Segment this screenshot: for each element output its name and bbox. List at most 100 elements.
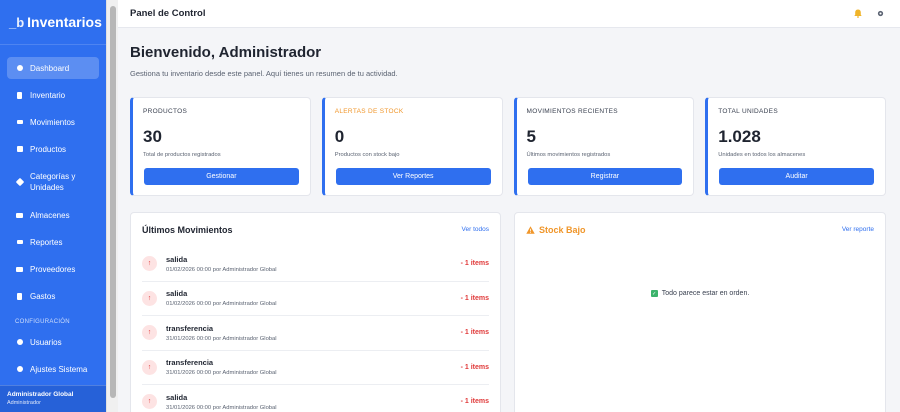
list-item[interactable]: ↑ salida 01/02/2026 00:00 por Administra…	[142, 282, 489, 316]
registrar-button[interactable]: Registrar	[527, 168, 683, 185]
stock-ok-message: ✓ Todo parece estar en orden.	[515, 290, 885, 297]
sidebar-item-label: Usuarios	[30, 337, 62, 347]
sidebar-item-label: Proveedores	[30, 264, 76, 274]
card-value: 5	[526, 127, 536, 146]
card-productos: PRODUCTOS 30 Total de productos registra…	[130, 97, 311, 196]
config-section-label: CONFIGURACIÓN	[15, 319, 70, 325]
stock-header: Stock Bajo Ver reporte	[515, 213, 885, 247]
topbar: Panel de Control	[118, 0, 900, 28]
sidebar-item-label: Productos	[30, 144, 67, 154]
movement-type: salida	[166, 392, 188, 402]
list-item[interactable]: ↑ transferencia 31/01/2026 00:00 por Adm…	[142, 351, 489, 385]
card-description: Últimos movimientos registrados	[526, 152, 611, 158]
brand-logo: _b	[9, 14, 25, 30]
sidebar-item-usuarios[interactable]: Usuarios	[7, 331, 99, 353]
card-label: PRODUCTOS	[143, 108, 188, 115]
user-name: Administrador Global	[7, 391, 74, 398]
sidebar-item-label: Ajustes Sistema	[30, 364, 88, 374]
truck-icon	[15, 265, 24, 274]
sidebar-item-label: Reportes	[30, 237, 63, 247]
movement-qty: - 1 items	[460, 294, 489, 302]
card-description: Unidades en todos los almacenes	[718, 152, 806, 158]
sidebar-item-label: Dashboard	[30, 63, 70, 73]
sidebar-scrollbar[interactable]	[106, 0, 118, 412]
movement-qty: - 1 items	[460, 363, 489, 371]
sidebar-item-inventario[interactable]: Inventario	[7, 84, 99, 106]
movements-title: Últimos Movimientos	[142, 225, 233, 235]
user-profile[interactable]: Administrador Global Administrador	[0, 385, 106, 412]
movement-meta: 31/01/2026 00:00 por Administrador Globa…	[166, 370, 277, 377]
card-value: 1.028	[718, 127, 761, 146]
sidebar-item-categorias[interactable]: Categorías y Unidades	[7, 165, 99, 199]
card-description: Productos con stock bajo	[334, 152, 400, 158]
sidebar-item-label: Almacenes	[30, 210, 70, 220]
brand-title: Inventarios	[27, 14, 102, 30]
arrow-up-icon: ↑	[142, 325, 157, 341]
users-icon	[15, 338, 24, 347]
products-icon	[15, 145, 24, 154]
movement-type: transferencia	[166, 358, 214, 368]
tags-icon	[15, 177, 24, 187]
stock-panel: Stock Bajo Ver reporte ✓ Todo parece est…	[514, 212, 886, 412]
receipt-icon	[15, 292, 24, 301]
scrollbar-thumb[interactable]	[110, 6, 116, 398]
movement-meta: 31/01/2026 00:00 por Administrador Globa…	[166, 335, 277, 342]
movement-qty: - 1 items	[460, 260, 489, 268]
sidebar-item-label: Movimientos	[30, 117, 75, 127]
sidebar-nav: Dashboard Inventario Movimientos Product…	[0, 45, 106, 380]
movements-panel: Últimos Movimientos Ver todos ↑ salida 0…	[130, 212, 501, 412]
brand[interactable]: _b Inventarios	[0, 0, 106, 45]
movement-meta: 01/02/2026 00:00 por Administrador Globa…	[166, 266, 277, 273]
card-value: 30	[143, 127, 162, 146]
page-subtitle: Gestiona tu inventario desde este panel.…	[130, 69, 398, 78]
card-total-unidades: TOTAL UNIDADES 1.028 Unidades en todos l…	[705, 97, 886, 196]
card-label: TOTAL UNIDADES	[718, 108, 778, 115]
sidebar-item-proveedores[interactable]: Proveedores	[7, 258, 99, 280]
sidebar-item-productos[interactable]: Productos	[7, 138, 99, 160]
sidebar-item-dashboard[interactable]: Dashboard	[7, 57, 99, 79]
user-role: Administrador	[7, 400, 41, 406]
auditar-button[interactable]: Auditar	[719, 168, 874, 185]
stock-title-text: Stock Bajo	[539, 225, 586, 235]
card-description: Total de productos registrados	[143, 152, 221, 158]
gestionar-button[interactable]: Gestionar	[144, 168, 299, 185]
sidebar-item-movimientos[interactable]: Movimientos	[7, 111, 99, 133]
movement-qty: - 1 items	[460, 329, 489, 337]
movement-meta: 31/01/2026 00:00 por Administrador Globa…	[166, 404, 277, 411]
list-item[interactable]: ↑ transferencia 31/01/2026 00:00 por Adm…	[142, 316, 489, 351]
movement-meta: 01/02/2026 00:00 por Administrador Globa…	[166, 301, 277, 308]
sidebar-item-almacenes[interactable]: Almacenes	[7, 204, 99, 226]
ver-reporte-link[interactable]: Ver reporte	[842, 226, 874, 233]
card-label: MOVIMIENTOS RECIENTES	[526, 108, 618, 115]
card-value: 0	[334, 127, 345, 146]
ver-todos-link[interactable]: Ver todos	[462, 226, 489, 233]
sidebar-item-gastos[interactable]: Gastos	[7, 285, 99, 307]
page-title: Bienvenido, Administrador	[130, 44, 322, 61]
arrow-up-icon: ↑	[142, 290, 157, 306]
movements-list: ↑ salida 01/02/2026 00:00 por Administra…	[131, 247, 500, 412]
sidebar-item-reportes[interactable]: Reportes	[7, 231, 99, 253]
card-label: ALERTAS DE STOCK	[334, 108, 404, 115]
transfer-icon	[15, 118, 24, 127]
summary-cards: PRODUCTOS 30 Total de productos registra…	[130, 97, 886, 196]
bell-icon[interactable]	[854, 9, 862, 18]
sidebar: _b Inventarios Dashboard Inventario Movi…	[0, 0, 106, 412]
topbar-title: Panel de Control	[130, 8, 206, 19]
list-item[interactable]: ↑ salida 31/01/2026 00:00 por Administra…	[142, 385, 489, 412]
stock-ok-text: Todo parece estar en orden.	[661, 290, 750, 297]
sidebar-item-label: Inventario	[30, 90, 66, 100]
arrow-up-icon: ↑	[142, 359, 157, 375]
check-icon: ✓	[650, 290, 658, 297]
movement-type: salida	[166, 289, 188, 299]
gear-icon[interactable]	[877, 10, 884, 17]
ver-reportes-button[interactable]: Ver Reportes	[335, 168, 491, 185]
dashboard-icon	[15, 64, 24, 73]
card-movimientos: MOVIMIENTOS RECIENTES 5 Últimos movimien…	[513, 97, 695, 196]
arrow-up-icon: ↑	[142, 394, 157, 410]
inventory-icon	[15, 91, 24, 100]
list-item[interactable]: ↑ salida 01/02/2026 00:00 por Administra…	[142, 247, 489, 282]
movements-header: Últimos Movimientos Ver todos	[131, 213, 500, 247]
sidebar-item-ajustes[interactable]: Ajustes Sistema	[7, 358, 99, 380]
warehouse-icon	[15, 211, 24, 220]
card-alertas-stock: ALERTAS DE STOCK 0 Productos con stock b…	[321, 97, 503, 196]
